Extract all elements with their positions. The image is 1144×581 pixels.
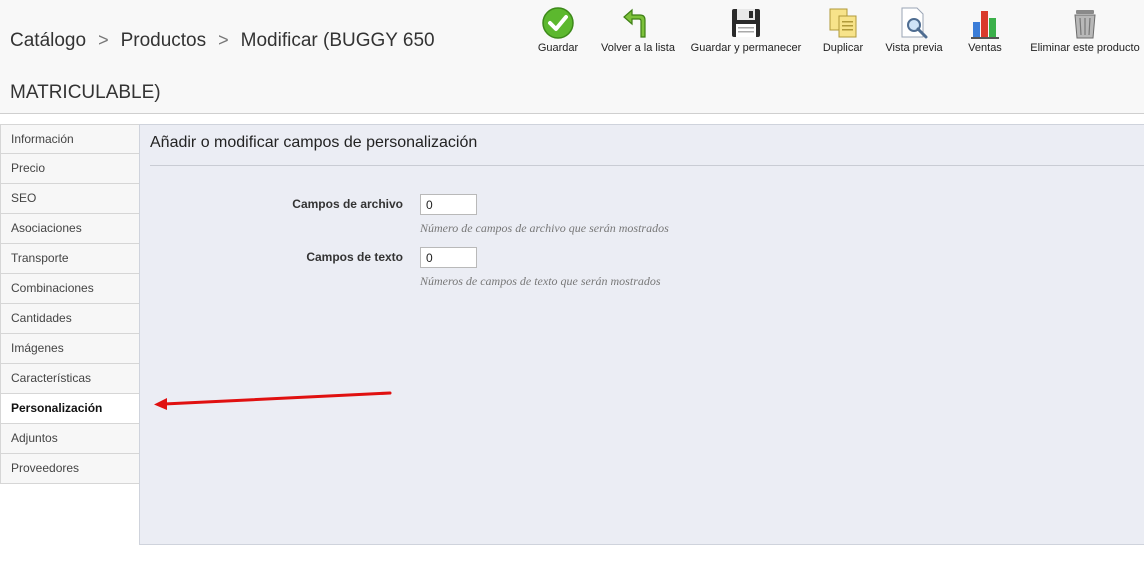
- breadcrumb-separator: >: [98, 30, 109, 50]
- tab-personalizacion[interactable]: Personalización: [0, 394, 140, 424]
- text-fields-input[interactable]: [420, 247, 477, 268]
- back-arrow-icon: [623, 8, 646, 38]
- tab-imagenes[interactable]: Imágenes: [0, 334, 140, 364]
- customization-panel: Añadir o modificar campos de personaliza…: [139, 124, 1144, 545]
- check-icon: [542, 7, 574, 39]
- breadcrumb-products[interactable]: Productos: [121, 30, 207, 51]
- duplicate-icon: [829, 8, 857, 38]
- preview-button[interactable]: Vista previa: [882, 6, 946, 54]
- file-fields-input[interactable]: [420, 194, 477, 215]
- back-to-list-button[interactable]: Volver a la lista: [598, 6, 678, 54]
- save-and-stay-button[interactable]: Guardar y permanecer: [688, 6, 804, 54]
- tab-transporte[interactable]: Transporte: [0, 244, 140, 274]
- tab-precio[interactable]: Precio: [0, 154, 140, 184]
- tab-caracteristicas[interactable]: Características: [0, 364, 140, 394]
- trash-can-icon: [1074, 10, 1096, 39]
- tab-informacion[interactable]: Información: [0, 124, 140, 154]
- save-button[interactable]: Guardar: [528, 6, 588, 54]
- floppy-disk-icon: [732, 9, 760, 37]
- annotation-arrow: [154, 391, 392, 410]
- breadcrumb: Catálogo > Productos > Modificar (BUGGY 650 …: [10, 14, 480, 119]
- tab-combinaciones[interactable]: Combinaciones: [0, 274, 140, 304]
- panel-title: Añadir o modificar campos de personaliza…: [150, 134, 478, 151]
- text-fields-label: Campos de texto: [306, 250, 403, 264]
- breadcrumb-catalog[interactable]: Catálogo: [10, 30, 86, 51]
- duplicate-button[interactable]: Duplicar: [816, 6, 870, 54]
- magnifier-document-icon: [901, 7, 928, 39]
- tab-proveedores[interactable]: Proveedores: [0, 454, 140, 484]
- file-fields-hint: Número de campos de archivo que serán mo…: [420, 221, 669, 235]
- sales-button[interactable]: Ventas: [962, 6, 1008, 54]
- tab-seo[interactable]: SEO: [0, 184, 140, 214]
- page-header: Catálogo > Productos > Modificar (BUGGY 650 …: [0, 0, 1144, 114]
- bar-chart-icon: [971, 11, 999, 39]
- tab-cantidades[interactable]: Cantidades: [0, 304, 140, 334]
- divider: [150, 165, 1144, 166]
- product-tabs-sidebar: Información Precio SEO Asociaciones Tran…: [0, 124, 140, 484]
- delete-product-button[interactable]: Eliminar este producto: [1030, 6, 1140, 54]
- tab-adjuntos[interactable]: Adjuntos: [0, 424, 140, 454]
- tab-asociaciones[interactable]: Asociaciones: [0, 214, 140, 244]
- file-fields-label: Campos de archivo: [292, 197, 403, 211]
- text-fields-hint: Números de campos de texto que serán mos…: [420, 274, 661, 288]
- breadcrumb-separator: >: [218, 30, 229, 50]
